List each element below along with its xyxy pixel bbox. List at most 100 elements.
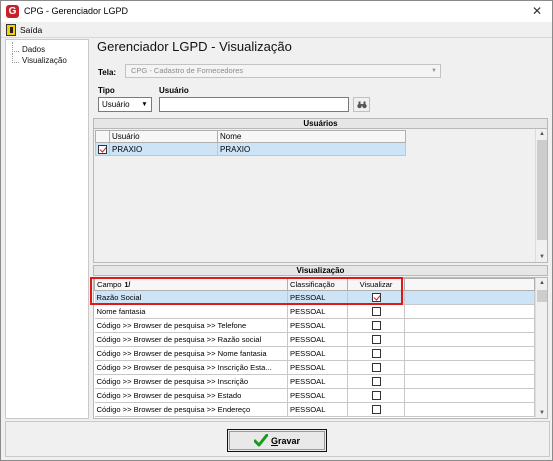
chevron-down-icon: ▼ xyxy=(141,101,148,108)
visualizacao-scroll-thumb[interactable] xyxy=(537,290,547,302)
vis-cell-campo: Código >> Browser de pesquisa >> Razão s… xyxy=(94,332,288,347)
scroll-down-icon[interactable]: ▼ xyxy=(537,252,547,262)
menu-bar: Saída xyxy=(1,22,552,38)
visualizar-checkbox[interactable] xyxy=(371,363,381,373)
vis-cell-visualizar[interactable] xyxy=(347,290,405,305)
table-row[interactable]: Razão Social PESSOAL xyxy=(94,290,535,305)
vis-cell-filler xyxy=(404,346,535,361)
sort-icon: 1/ xyxy=(124,282,131,289)
vis-cell-visualizar[interactable] xyxy=(347,402,405,417)
visualizar-checkbox[interactable] xyxy=(371,391,381,401)
usuario-label: Usuário xyxy=(159,86,189,95)
vis-cell-filler xyxy=(404,304,535,319)
table-row[interactable]: Código >> Browser de pesquisa >> Endereç… xyxy=(94,402,535,417)
tela-select[interactable]: CPG - Cadastro de Fornecedores ▼ xyxy=(125,64,441,78)
vis-cell-classificacao: PESSOAL xyxy=(287,318,348,333)
visualizacao-scrollbar[interactable]: ▲ ▼ xyxy=(535,278,547,418)
users-grid-body: Usuário Nome PRAXIO PRAXIO xyxy=(95,130,535,261)
binoculars-icon xyxy=(357,101,367,109)
table-row[interactable]: Código >> Browser de pesquisa >> Estado P… xyxy=(94,388,535,403)
visualizar-checkbox[interactable] xyxy=(371,307,381,317)
vis-cell-filler xyxy=(404,402,535,417)
vis-col-visualizar[interactable]: Visualizar xyxy=(347,278,405,291)
users-scrollbar[interactable]: ▲ ▼ xyxy=(535,129,547,262)
vis-cell-filler xyxy=(404,360,535,375)
table-row[interactable]: Código >> Browser de pesquisa >> Nome fa… xyxy=(94,346,535,361)
vis-cell-classificacao: PESSOAL xyxy=(287,360,348,375)
users-col-nome[interactable]: Nome xyxy=(217,130,406,143)
vis-cell-filler xyxy=(404,374,535,389)
vis-cell-visualizar[interactable] xyxy=(347,318,405,333)
table-row[interactable]: PRAXIO PRAXIO xyxy=(95,142,406,156)
visualizar-checkbox[interactable] xyxy=(371,321,381,331)
scroll-up-icon[interactable]: ▲ xyxy=(537,278,547,288)
vis-cell-campo: Código >> Browser de pesquisa >> Inscriç… xyxy=(94,374,288,389)
tipo-select[interactable]: Usuário ▼ xyxy=(98,97,152,112)
table-row[interactable]: Código >> Browser de pesquisa >> Razão s… xyxy=(94,332,535,347)
close-icon[interactable]: ✕ xyxy=(532,4,542,18)
table-row[interactable]: Código >> Browser de pesquisa >> Inscriç… xyxy=(94,374,535,389)
title-bar: G CPG - Gerenciador LGPD ✕ xyxy=(1,1,552,22)
app-window: G CPG - Gerenciador LGPD ✕ Saída Dados V… xyxy=(0,0,553,461)
exit-door-icon[interactable] xyxy=(6,24,16,36)
vis-cell-visualizar[interactable] xyxy=(347,346,405,361)
vis-cell-visualizar[interactable] xyxy=(347,360,405,375)
visualizacao-group-header: Visualização xyxy=(93,265,548,276)
users-table: Usuário Nome PRAXIO PRAXIO xyxy=(95,130,406,156)
vis-cell-filler xyxy=(404,332,535,347)
vis-cell-classificacao: PESSOAL xyxy=(287,402,348,417)
vis-cell-campo: Código >> Browser de pesquisa >> Telefon… xyxy=(94,318,288,333)
save-label-accelerator: G xyxy=(271,436,279,446)
table-row[interactable]: Código >> Browser de pesquisa >> Telefon… xyxy=(94,318,535,333)
checkmark-icon xyxy=(254,434,268,447)
menu-exit[interactable]: Saída xyxy=(20,25,42,35)
vis-col-classificacao[interactable]: Classificação xyxy=(287,278,348,291)
tree-item-visualizacao[interactable]: Visualização xyxy=(10,53,67,65)
vis-cell-visualizar[interactable] xyxy=(347,388,405,403)
visualizacao-grid: Campo 1/ Classificação Visualizar Razão S… xyxy=(93,277,548,419)
save-label-rest: ravar xyxy=(278,436,301,446)
chevron-down-icon: ▼ xyxy=(431,68,437,74)
vis-cell-campo: Nome fantasia xyxy=(94,304,288,319)
tela-select-value: CPG - Cadastro de Fornecedores xyxy=(131,66,244,75)
users-row-check-cell[interactable] xyxy=(95,142,110,156)
vis-col-campo[interactable]: Campo 1/ xyxy=(94,278,288,291)
users-cell-nome: PRAXIO xyxy=(217,142,406,156)
vis-cell-filler xyxy=(404,388,535,403)
user-checkbox[interactable] xyxy=(98,144,107,154)
bottom-bar: Gravar xyxy=(5,421,550,457)
vis-cell-classificacao: PESSOAL xyxy=(287,346,348,361)
users-grid: Usuário Nome PRAXIO PRAXIO ▲ ▼ xyxy=(93,128,548,263)
visualizar-checkbox[interactable] xyxy=(371,377,381,387)
save-button-label: Gravar xyxy=(271,436,300,446)
vis-cell-campo: Código >> Browser de pesquisa >> Estado xyxy=(94,388,288,403)
visualizar-checkbox[interactable] xyxy=(371,335,381,345)
vis-col-campo-label: Campo xyxy=(97,280,122,289)
vis-col-filler xyxy=(404,278,535,291)
visualizacao-table: Campo 1/ Classificação Visualizar Razão S… xyxy=(94,278,535,417)
vis-cell-classificacao: PESSOAL xyxy=(287,332,348,347)
window-title: CPG - Gerenciador LGPD xyxy=(24,6,129,16)
visualizar-checkbox[interactable] xyxy=(371,405,381,415)
users-cell-usuario: PRAXIO xyxy=(109,142,218,156)
visualizar-checkbox[interactable] xyxy=(371,293,381,303)
tela-label: Tela: xyxy=(98,68,117,77)
vis-cell-visualizar[interactable] xyxy=(347,304,405,319)
scroll-up-icon[interactable]: ▲ xyxy=(537,129,547,139)
users-col-usuario[interactable]: Usuário xyxy=(109,130,218,143)
tipo-select-value: Usuário xyxy=(102,100,130,109)
vis-cell-visualizar[interactable] xyxy=(347,332,405,347)
table-row[interactable]: Código >> Browser de pesquisa >> Inscriç… xyxy=(94,360,535,375)
vis-cell-classificacao: PESSOAL xyxy=(287,388,348,403)
search-user-button[interactable] xyxy=(353,97,370,112)
visualizar-checkbox[interactable] xyxy=(371,349,381,359)
vis-cell-visualizar[interactable] xyxy=(347,374,405,389)
vis-cell-classificacao: PESSOAL xyxy=(287,290,348,305)
save-button[interactable]: Gravar xyxy=(227,429,327,452)
users-scroll-thumb[interactable] xyxy=(537,140,547,240)
vis-cell-classificacao: PESSOAL xyxy=(287,304,348,319)
usuario-input[interactable] xyxy=(159,97,349,112)
table-row[interactable]: Nome fantasia PESSOAL xyxy=(94,304,535,319)
vis-cell-campo: Código >> Browser de pesquisa >> Inscriç… xyxy=(94,360,288,375)
scroll-down-icon[interactable]: ▼ xyxy=(537,408,547,418)
